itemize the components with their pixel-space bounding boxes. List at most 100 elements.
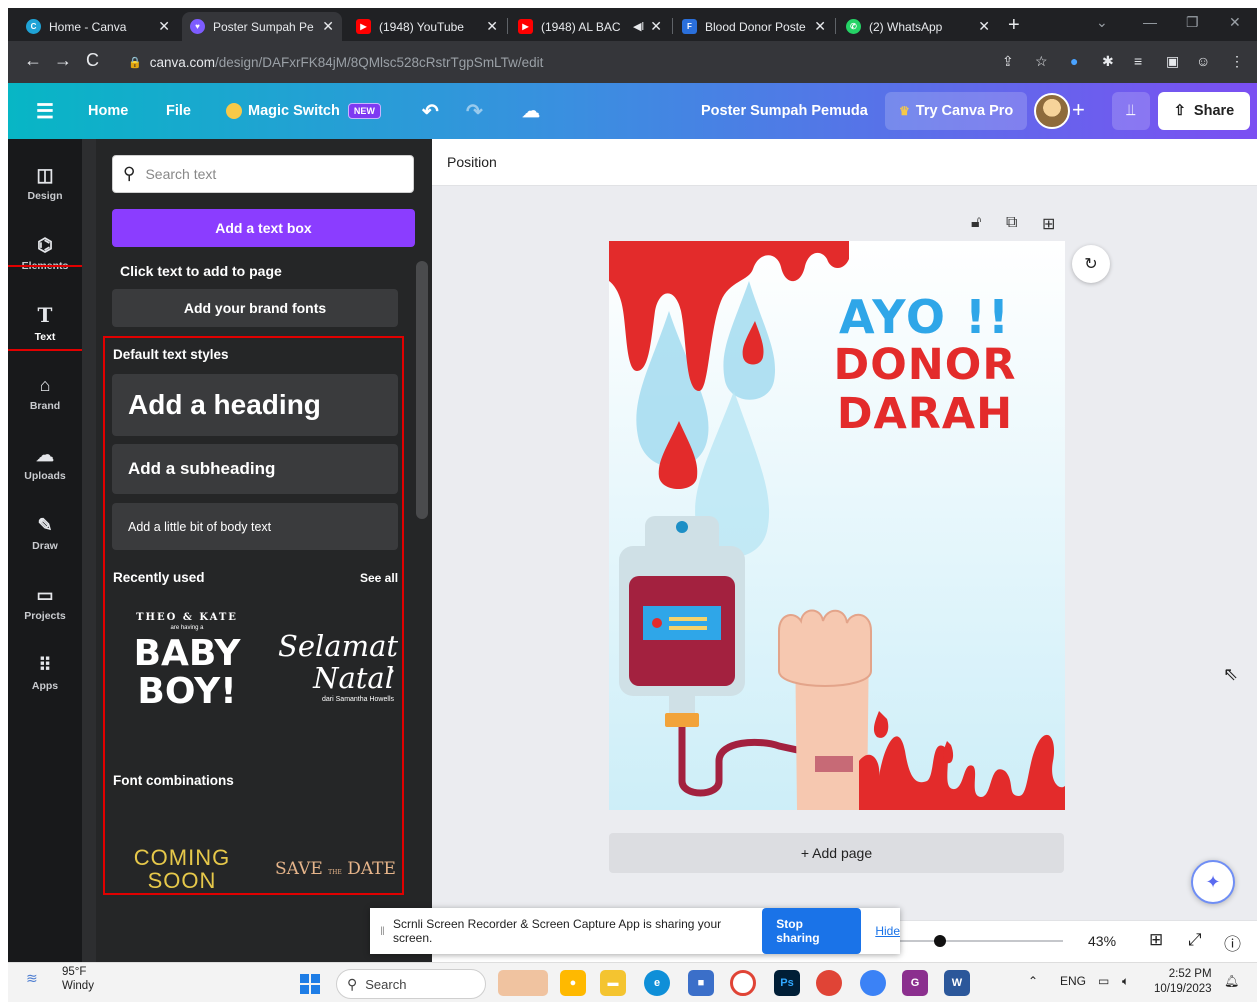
photoshop-icon[interactable]: Ps [774, 970, 800, 996]
reload-icon[interactable]: C [86, 50, 99, 71]
hamburger-menu-icon[interactable]: ☰ [36, 83, 54, 139]
poster-headline-donor[interactable]: DONOR [795, 342, 1055, 388]
canvas-scrollbar[interactable] [1245, 186, 1257, 916]
extension-icon[interactable]: ● [1070, 53, 1078, 69]
close-icon[interactable]: ✕ [158, 18, 170, 35]
rail-item-design[interactable]: ◫ Design [8, 151, 82, 215]
browser-tab-whatsapp[interactable]: ✆ (2) WhatsApp ✕ [838, 12, 998, 41]
poster-headline-ayo[interactable]: AYO !! [805, 293, 1045, 341]
add-page-icon[interactable]: ⊞ [1042, 214, 1055, 234]
insights-chart-icon[interactable]: ⫫ [1112, 92, 1150, 130]
new-tab-plus-icon[interactable]: + [1008, 14, 1020, 37]
combo-save-the-date[interactable]: SAVE THE DATE [275, 859, 396, 879]
close-icon[interactable]: ✕ [650, 18, 662, 35]
cloud-saved-icon[interactable]: ☁ [522, 83, 540, 139]
hide-link[interactable]: Hide [875, 924, 900, 938]
duplicate-page-icon[interactable]: ⧉ [1006, 214, 1017, 232]
poster-headline-darah[interactable]: DARAH [795, 391, 1055, 437]
edge-browser-icon[interactable]: e [644, 970, 670, 996]
browser-tab-home-canva[interactable]: C Home - Canva ✕ [18, 12, 178, 41]
reading-list-icon[interactable]: ≡ [1134, 53, 1142, 69]
puzzle-extensions-icon[interactable]: ✱ [1102, 53, 1114, 70]
minimize-icon[interactable]: — [1143, 14, 1157, 30]
help-icon[interactable]: ⓘ [1224, 930, 1241, 955]
rail-item-elements[interactable]: ⌬ Elements [8, 221, 82, 285]
people-icon[interactable]: ● [560, 970, 586, 996]
chrome-profile-2-icon[interactable] [860, 970, 886, 996]
invite-plus-icon[interactable]: + [1072, 97, 1085, 123]
chrome-profile-icon[interactable] [816, 970, 842, 996]
profile-icon[interactable]: ☺ [1196, 53, 1210, 69]
chrome-icon[interactable] [730, 970, 756, 996]
windows-start-icon[interactable] [300, 974, 320, 994]
side-panel-icon[interactable]: ▣ [1166, 53, 1179, 70]
rail-item-uploads[interactable]: ☁ Uploads [8, 431, 82, 495]
back-arrow-icon[interactable]: ← [24, 50, 42, 71]
position-button[interactable]: Position [447, 154, 497, 170]
undo-icon[interactable]: ↶ [422, 83, 439, 139]
browser-tab-poster[interactable]: ♥ Poster Sumpah Pe ✕ [182, 12, 342, 41]
zoom-value[interactable]: 43% [1088, 933, 1116, 949]
bookmark-star-icon[interactable]: ☆ [1035, 53, 1048, 70]
add-heading-button[interactable]: Add a heading [112, 374, 398, 436]
close-icon[interactable]: ✕ [486, 18, 498, 35]
poster-canvas[interactable]: AYO !! DONOR DARAH [609, 241, 1065, 810]
recent-baby-boy-template[interactable]: THEO & KATE are having a BABY BOY! [120, 612, 254, 734]
notification-bell-icon[interactable]: 🔔︎ [1224, 974, 1239, 988]
rail-item-text[interactable]: T Text [8, 291, 82, 355]
close-icon[interactable]: ✕ [978, 18, 990, 35]
store-icon[interactable]: ■ [688, 970, 714, 996]
file-menu-button[interactable]: File [166, 83, 191, 139]
audio-playing-icon[interactable]: ◀ǀ [633, 20, 644, 33]
magic-switch-button[interactable]: Magic Switch NEW [226, 83, 381, 139]
rail-item-brand[interactable]: ⌂ Brand [8, 361, 82, 425]
zoom-slider-knob[interactable] [934, 935, 946, 947]
combo-coming-soon[interactable]: COMING SOON [126, 846, 238, 892]
taskbar-search[interactable]: ⚲ Search [336, 969, 486, 999]
zoom-slider-track[interactable] [898, 940, 1063, 942]
tray-chevron-icon[interactable]: ⌃ [1028, 974, 1038, 988]
carousel-next-chevron-icon[interactable]: › [389, 662, 394, 680]
browser-tab-al-bac[interactable]: ▶ (1948) AL BAC ◀ǀ ✕ [510, 12, 670, 41]
add-subheading-button[interactable]: Add a subheading [112, 444, 398, 494]
try-canva-pro-button[interactable]: ♛ Try Canva Pro [885, 92, 1028, 130]
kebab-menu-icon[interactable]: ⋮ [1230, 53, 1244, 70]
restore-icon[interactable]: ❐ [1186, 14, 1199, 31]
grid-view-icon[interactable]: ⊞ [1149, 930, 1163, 950]
word-icon[interactable]: W [944, 970, 970, 996]
redo-icon[interactable]: ↷ [466, 83, 483, 139]
lock-icon[interactable]: 🔓︎ [971, 214, 981, 232]
search-text-input[interactable]: ⚲ Search text [112, 155, 414, 193]
browser-tab-blood-donor[interactable]: F Blood Donor Poste ✕ [674, 12, 834, 41]
share-button[interactable]: ⇧ Share [1158, 92, 1250, 130]
close-icon[interactable]: ✕ [322, 18, 334, 35]
close-icon[interactable]: ✕ [814, 18, 826, 35]
network-icon[interactable]: ▭ [1098, 974, 1109, 988]
drag-handle-icon[interactable]: ‖ [380, 924, 385, 938]
url-field[interactable]: 🔒 canva.com/design/DAFxrFK84jM/8QMlsc528… [118, 49, 1038, 75]
pdf-app-icon[interactable]: G [902, 970, 928, 996]
tab-search-chevron-icon[interactable]: ⌄ [1096, 14, 1108, 31]
panel-scrollbar-thumb[interactable] [416, 261, 428, 519]
recent-selamat-natal-template[interactable]: Selamat Natal dari Samantha Howells [278, 630, 400, 720]
share-page-icon[interactable]: ⇪ [1002, 53, 1014, 70]
rail-item-projects[interactable]: ▭ Projects [8, 571, 82, 635]
rail-item-draw[interactable]: ✎ Draw [8, 501, 82, 565]
magic-sparkle-icon[interactable]: ✦ [1191, 860, 1235, 904]
refresh-comment-icon[interactable]: ↻ [1072, 245, 1110, 283]
avatar[interactable] [1034, 93, 1070, 129]
stop-sharing-button[interactable]: Stop sharing [762, 908, 862, 954]
browser-tab-youtube[interactable]: ▶ (1948) YouTube ✕ [348, 12, 506, 41]
weather-widget[interactable]: ≋ 95°F Windy [26, 965, 94, 993]
window-close-icon[interactable]: ✕ [1229, 14, 1241, 31]
rail-item-apps[interactable]: ⠿ Apps [8, 641, 82, 705]
volume-icon[interactable]: 🔈︎ [1122, 974, 1129, 989]
language-indicator[interactable]: ENG [1060, 974, 1086, 988]
home-button[interactable]: Home [88, 83, 128, 139]
see-all-link[interactable]: See all [360, 571, 398, 585]
add-page-button[interactable]: + Add page [609, 833, 1064, 873]
add-text-box-button[interactable]: Add a text box [112, 209, 415, 247]
add-body-text-button[interactable]: Add a little bit of body text [112, 503, 398, 550]
file-explorer-icon[interactable]: ▬ [600, 970, 626, 996]
taskbar-widget-icon[interactable] [498, 970, 548, 996]
